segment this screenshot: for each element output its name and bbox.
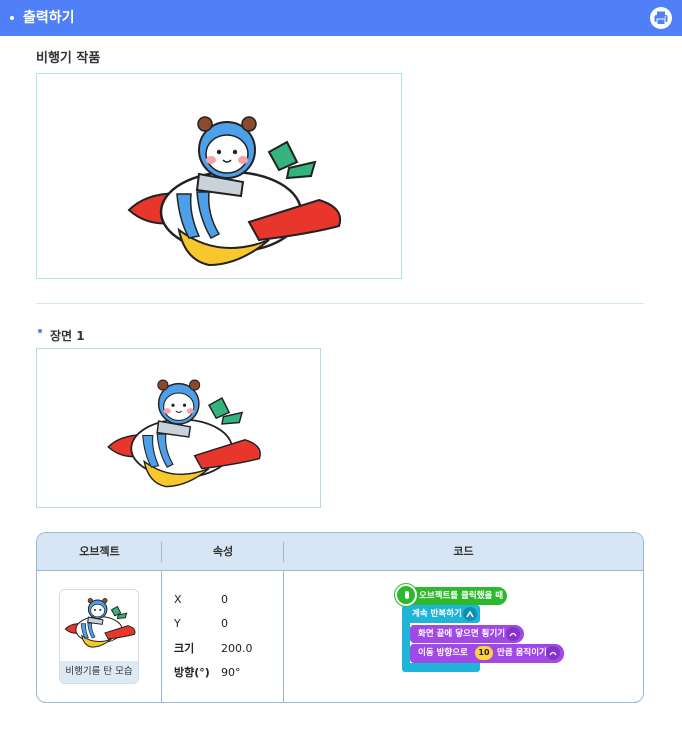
object-thumbnail <box>64 597 136 648</box>
property-key-x: X <box>174 593 182 606</box>
event-block-label: 오브젝트를 클릭했을 때 <box>419 591 504 601</box>
print-icon <box>654 11 668 25</box>
property-value-direction: 90° <box>221 666 241 679</box>
property-value-y: 0 <box>221 617 228 630</box>
property-value-size: 200.0 <box>221 642 253 655</box>
property-key-size: 크기 <box>174 642 195 655</box>
column-header-properties: 속성 <box>212 545 234 558</box>
loop-icon <box>463 607 477 621</box>
column-divider <box>161 571 162 702</box>
scene-preview <box>36 348 321 508</box>
artwork-preview <box>36 73 402 279</box>
column-header-object: 오브젝트 <box>79 545 120 558</box>
object-table: 오브젝트 속성 코드 비행기를 탄 모습 X 0 Y 0 크기 200.0 방향… <box>36 532 644 703</box>
mouse-icon <box>395 584 417 606</box>
print-button[interactable] <box>650 7 672 29</box>
scene-bullet <box>38 329 42 333</box>
airplane-image <box>127 116 341 267</box>
property-key-direction: 방향(°) <box>174 666 210 679</box>
move-value-field[interactable]: 10 <box>475 646 493 660</box>
loop-block[interactable]: 계속 반복하기 <box>402 607 462 621</box>
artwork-title: 비행기 작품 <box>36 51 101 66</box>
object-name: 비행기를 탄 모습 <box>60 661 138 683</box>
property-value-x: 0 <box>221 593 228 606</box>
bounce-icon <box>506 627 520 641</box>
airplane-image <box>107 379 261 488</box>
property-key-y: Y <box>174 617 181 630</box>
bounce-block-label: 화면 끝에 닿으면 튕기기 <box>418 629 506 639</box>
loop-block-arm <box>402 621 410 669</box>
move-block-suffix: 만큼 움직이기 <box>497 648 547 658</box>
loop-block-foot <box>402 663 480 672</box>
move-icon <box>546 646 560 660</box>
bullet-dot <box>10 16 14 20</box>
column-header-code: 코드 <box>453 545 474 558</box>
code-blocks: 오브젝트를 클릭했을 때 계속 반복하기 화면 끝에 닿으면 튕기기 이동 방향… <box>393 583 573 679</box>
table-header: 오브젝트 속성 코드 <box>37 533 643 571</box>
move-value: 10 <box>478 648 490 657</box>
object-card[interactable]: 비행기를 탄 모습 <box>59 589 139 684</box>
top-bar: 출력하기 <box>0 0 682 36</box>
section-divider <box>36 303 644 304</box>
page-title: 출력하기 <box>23 10 75 26</box>
move-block-prefix: 이동 방향으로 <box>418 648 468 658</box>
column-divider <box>283 571 284 702</box>
loop-block-label: 계속 반복하기 <box>412 609 462 619</box>
scene-title: 장면 1 <box>50 329 85 343</box>
